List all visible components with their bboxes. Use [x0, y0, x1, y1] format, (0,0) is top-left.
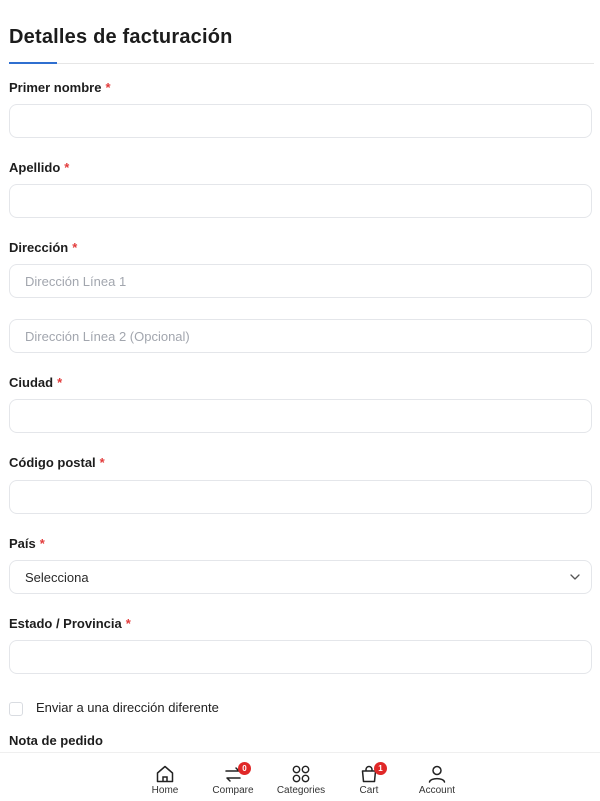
nav-cart[interactable]: 1 Cart	[337, 753, 401, 801]
city-label: Ciudad *	[9, 375, 63, 390]
required-mark: *	[72, 240, 78, 255]
required-mark: *	[125, 616, 131, 631]
home-icon	[156, 765, 174, 783]
postal-code-label: Código postal *	[9, 455, 105, 470]
nav-categories[interactable]: Categories	[269, 753, 333, 801]
address-line2-placeholder: Dirección Línea 2 (Opcional)	[25, 329, 190, 344]
last-name-input[interactable]	[9, 184, 592, 218]
ship-different-label[interactable]: Enviar a una dirección diferente	[36, 700, 219, 715]
nav-account[interactable]: Account	[405, 753, 469, 801]
account-icon	[428, 765, 446, 783]
nav-home[interactable]: Home	[133, 753, 197, 801]
postal-code-input[interactable]	[9, 480, 592, 514]
ship-different-checkbox[interactable]	[9, 702, 23, 716]
chevron-down-icon	[570, 574, 580, 580]
first-name-input[interactable]	[9, 104, 592, 138]
address-line1-input[interactable]: Dirección Línea 1	[9, 264, 592, 298]
address-line1-placeholder: Dirección Línea 1	[25, 274, 127, 289]
state-label: Estado / Provincia *	[9, 616, 131, 631]
nav-home-label: Home	[151, 785, 179, 796]
last-name-label: Apellido *	[9, 160, 70, 175]
title-accent-bar	[9, 62, 57, 64]
required-mark: *	[57, 375, 63, 390]
state-input[interactable]	[9, 640, 592, 674]
address-label: Dirección *	[9, 240, 78, 255]
required-mark: *	[39, 536, 45, 551]
compare-badge: 0	[238, 762, 251, 775]
cart-badge: 1	[374, 762, 387, 775]
bottom-navigation: Home 0 Compare Categories 1 Cart Account	[0, 752, 600, 801]
city-input[interactable]	[9, 399, 592, 433]
nav-cart-label: Cart	[359, 785, 379, 796]
order-notes-label: Nota de pedido	[9, 733, 103, 748]
first-name-label: Primer nombre *	[9, 80, 111, 95]
country-label: País *	[9, 536, 45, 551]
nav-compare[interactable]: 0 Compare	[201, 753, 265, 801]
nav-compare-label: Compare	[212, 785, 254, 796]
nav-categories-label: Categories	[276, 785, 326, 796]
categories-icon	[292, 765, 310, 783]
country-select[interactable]: Selecciona	[9, 560, 592, 594]
country-selected-value: Selecciona	[25, 570, 89, 585]
title-divider	[9, 63, 594, 64]
page-title: Detalles de facturación	[9, 26, 233, 48]
required-mark: *	[105, 80, 111, 95]
nav-account-label: Account	[418, 785, 456, 796]
address-line2-input[interactable]: Dirección Línea 2 (Opcional)	[9, 319, 592, 353]
required-mark: *	[99, 455, 105, 470]
required-mark: *	[64, 160, 70, 175]
